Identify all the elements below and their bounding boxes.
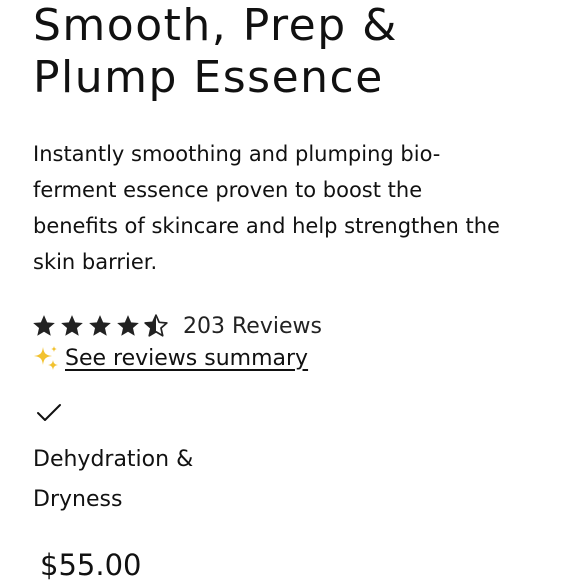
skin-concern-line: Dehydration & [33, 447, 194, 472]
checkmark-icon [37, 404, 61, 421]
star-icon [61, 315, 83, 336]
description-line: skin barrier. [33, 250, 158, 274]
star-icon [33, 315, 55, 336]
half-star-icon [144, 314, 168, 337]
reviews-summary-row[interactable]: See reviews summary [31, 341, 308, 375]
description-line: ferment essence proven to boost the [33, 178, 423, 202]
sparkle-icon [34, 346, 58, 370]
skin-concern-line: Dryness [33, 487, 123, 512]
product-price: $55.00 [40, 548, 142, 582]
review-count[interactable]: 203 Reviews [183, 314, 322, 339]
product-title: Smooth, Prep & Plump Essence [33, 0, 398, 104]
star-icon [89, 315, 111, 336]
skin-concern: Dehydration & Dryness [33, 440, 193, 520]
star-rating [31, 313, 169, 339]
product-description: Instantly smoothing and plumping bio- fe… [33, 136, 553, 280]
rating-row[interactable]: 203 Reviews [31, 308, 322, 344]
star-icon [117, 315, 139, 336]
product-title-line: Smooth, Prep & [33, 0, 398, 51]
see-reviews-summary-link[interactable]: See reviews summary [65, 346, 308, 371]
description-line: Instantly smoothing and plumping bio- [33, 142, 441, 166]
description-line: benefits of skincare and help strengthen… [33, 214, 500, 238]
product-title-line: Plump Essence [33, 52, 384, 103]
